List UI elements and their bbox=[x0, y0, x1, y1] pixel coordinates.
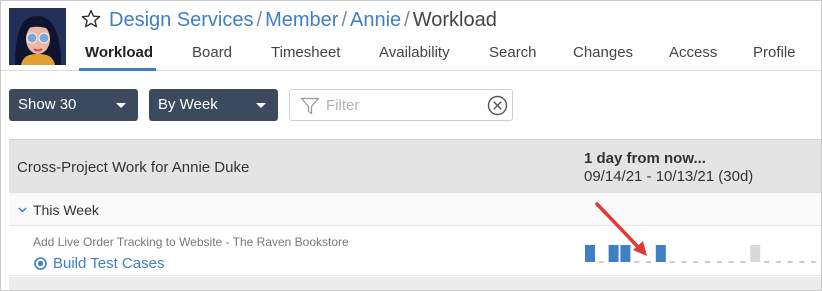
day-off-bar bbox=[750, 245, 761, 262]
workload-bar bbox=[655, 245, 666, 262]
workload-bar bbox=[585, 245, 595, 262]
workload-bar bbox=[608, 245, 619, 262]
workload-page: Design Services / Member / Annie / Workload Wo… bbox=[0, 0, 822, 291]
workload-bars bbox=[585, 245, 817, 263]
workload-bar bbox=[620, 245, 631, 262]
